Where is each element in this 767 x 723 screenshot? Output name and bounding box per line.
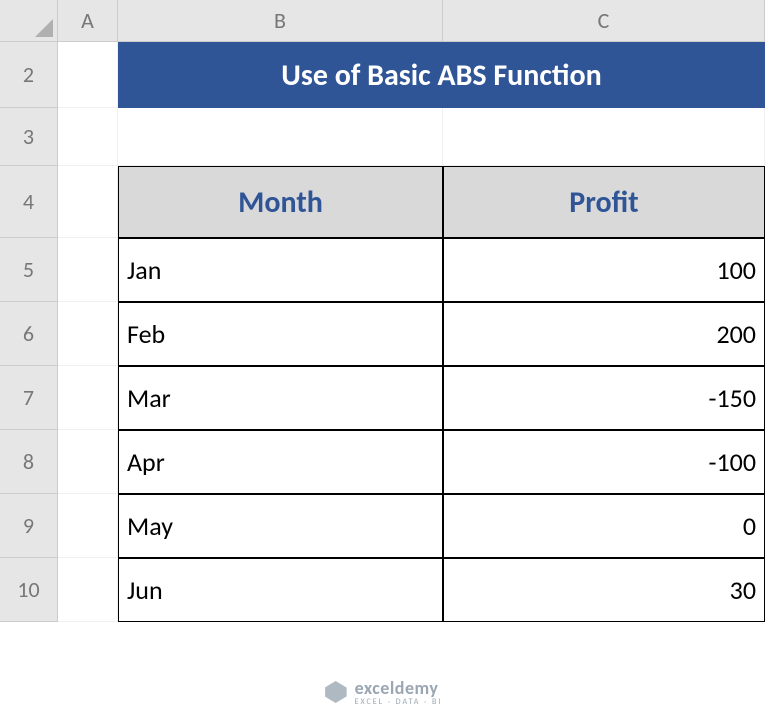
cell-profit-3[interactable]: -100 [443, 430, 765, 494]
row-header-10[interactable]: 10 [0, 558, 58, 622]
row-header-9[interactable]: 9 [0, 494, 58, 558]
cell-month-1[interactable]: Feb [118, 302, 443, 366]
col-header-a[interactable]: A [58, 0, 118, 42]
cell-a4[interactable] [58, 166, 118, 238]
cell-month-3[interactable]: Apr [118, 430, 443, 494]
cell-profit-0[interactable]: 100 [443, 238, 765, 302]
cell-month-0[interactable]: Jan [118, 238, 443, 302]
cell-profit-4[interactable]: 0 [443, 494, 765, 558]
watermark-tag: EXCEL · DATA · BI [355, 697, 443, 707]
row-header-2[interactable]: 2 [0, 42, 58, 108]
col-header-b[interactable]: B [118, 0, 443, 42]
cell-profit-2[interactable]: -150 [443, 366, 765, 430]
cell-c3[interactable] [443, 108, 765, 166]
cell-a2[interactable] [58, 42, 118, 108]
select-all-corner[interactable] [0, 0, 58, 42]
header-month[interactable]: Month [118, 166, 443, 238]
row-header-5[interactable]: 5 [0, 238, 58, 302]
row-header-8[interactable]: 8 [0, 430, 58, 494]
cell-b3[interactable] [118, 108, 443, 166]
cell-month-5[interactable]: Jun [118, 558, 443, 622]
cell-a8[interactable] [58, 430, 118, 494]
spreadsheet-grid: A B C 2 Use of Basic ABS Function 3 4 Mo… [0, 0, 765, 622]
row-header-6[interactable]: 6 [0, 302, 58, 366]
cell-month-2[interactable]: Mar [118, 366, 443, 430]
title-cell[interactable]: Use of Basic ABS Function [118, 42, 765, 108]
row-header-4[interactable]: 4 [0, 166, 58, 238]
cell-profit-5[interactable]: 30 [443, 558, 765, 622]
watermark-brand: exceldemy [355, 677, 439, 699]
cell-month-4[interactable]: May [118, 494, 443, 558]
row-header-3[interactable]: 3 [0, 108, 58, 166]
logo-icon [325, 681, 347, 703]
cell-profit-1[interactable]: 200 [443, 302, 765, 366]
cell-a6[interactable] [58, 302, 118, 366]
watermark: exceldemy EXCEL · DATA · BI [325, 677, 443, 707]
cell-a3[interactable] [58, 108, 118, 166]
header-profit[interactable]: Profit [443, 166, 765, 238]
col-header-c[interactable]: C [443, 0, 765, 42]
cell-a7[interactable] [58, 366, 118, 430]
row-header-7[interactable]: 7 [0, 366, 58, 430]
cell-a9[interactable] [58, 494, 118, 558]
watermark-text: exceldemy EXCEL · DATA · BI [355, 677, 443, 707]
cell-a5[interactable] [58, 238, 118, 302]
cell-a10[interactable] [58, 558, 118, 622]
